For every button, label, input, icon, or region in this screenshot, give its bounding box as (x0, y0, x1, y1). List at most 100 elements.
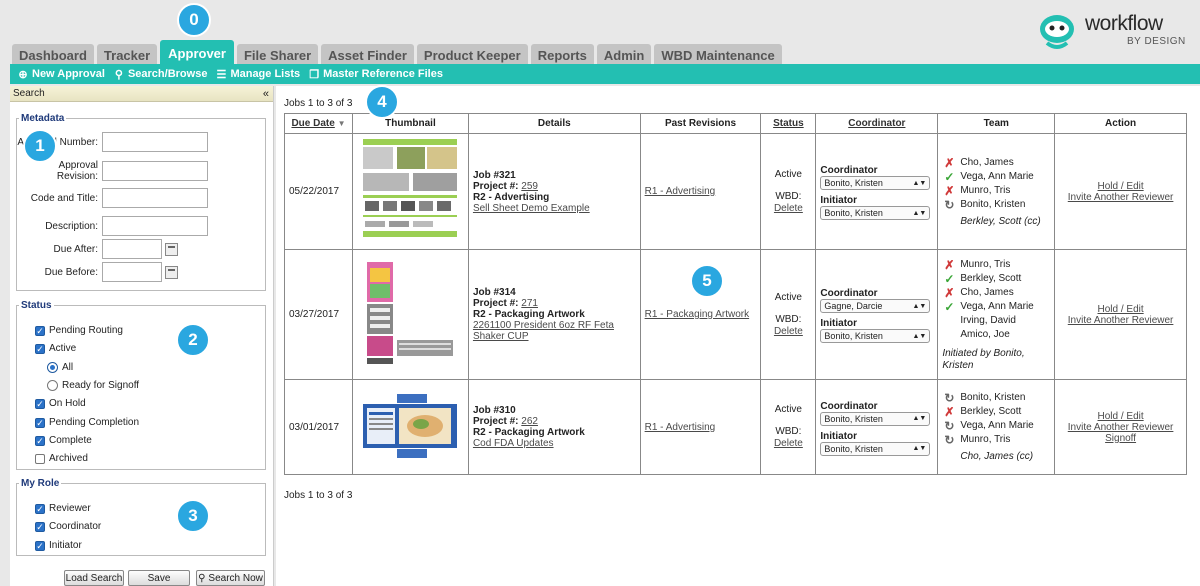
archived-checkbox[interactable] (35, 453, 45, 464)
active-option[interactable]: ✓ Active (35, 343, 76, 354)
project-link[interactable]: 271 (521, 298, 538, 309)
all-option[interactable]: All (47, 362, 73, 373)
code-title-input[interactable] (102, 188, 208, 208)
save-button[interactable]: Save (128, 570, 190, 586)
coordinator-sort-link[interactable]: Coordinator (848, 118, 905, 129)
project-link[interactable]: 262 (521, 416, 538, 427)
description-input[interactable] (102, 216, 208, 236)
complete-checkbox[interactable]: ✓ (35, 435, 45, 446)
project-link[interactable]: 259 (521, 181, 538, 192)
on-hold-option[interactable]: ✓ On Hold (35, 398, 86, 409)
status-header[interactable]: Status (760, 113, 817, 134)
coordinator-select[interactable]: Bonito, Kristen ▲▼ (820, 411, 931, 426)
calendar-icon[interactable] (165, 265, 178, 279)
search-icon: ⚲ (114, 68, 123, 81)
thumbnail-cell[interactable] (351, 379, 469, 475)
approval-number-input[interactable] (102, 132, 208, 152)
coordinator-header[interactable]: Coordinator (815, 113, 939, 134)
initiator-label: Initiator (49, 540, 82, 551)
callout-0: 0 (177, 3, 211, 37)
tab-reports[interactable]: Reports (530, 44, 594, 66)
due-after-input[interactable] (102, 239, 162, 259)
thumbnail-cell[interactable] (351, 249, 469, 380)
invite-reviewer-link[interactable]: Invite Another Reviewer (1059, 315, 1182, 326)
due-date-sort-link[interactable]: Due Date (291, 118, 334, 129)
complete-option[interactable]: ✓ Complete (35, 435, 92, 446)
pending-routing-checkbox[interactable]: ✓ (35, 325, 45, 336)
job-title-link[interactable]: 2261100 President 6oz RF Feta Shaker CUP (473, 320, 614, 342)
coordinator-select[interactable]: Bonito, Kristen ▲▼ (820, 176, 931, 190)
approval-revision-row: Approval Revision: (17, 160, 267, 182)
past-revision-link[interactable]: R1 - Packaging Artwork (645, 309, 750, 320)
master-reference-files-button[interactable]: ❐ Master Reference Files (308, 68, 443, 81)
due-date-cell: 05/22/2017 (284, 133, 353, 250)
approved-with-changes-icon: ✗ (944, 183, 955, 198)
archived-option[interactable]: Archived (35, 453, 88, 464)
status-sort-link[interactable]: Status (773, 118, 804, 129)
delete-link[interactable]: Delete (765, 438, 811, 450)
hold-edit-link[interactable]: Hold / Edit (1059, 411, 1182, 422)
initiator-select[interactable]: Bonito, Kristen ▲▼ (820, 441, 931, 456)
pending-completion-checkbox[interactable]: ✓ (35, 417, 45, 428)
tab-tracker[interactable]: Tracker (96, 44, 158, 66)
active-checkbox[interactable]: ✓ (35, 343, 45, 354)
pending-routing-option[interactable]: ✓ Pending Routing (35, 325, 123, 336)
coordinator-option[interactable]: ✓ Coordinator (35, 521, 101, 532)
tab-file-sharer[interactable]: File Sharer (236, 44, 319, 66)
signoff-link[interactable]: Signoff (1059, 433, 1182, 444)
all-radio[interactable] (47, 362, 58, 373)
sell-sheet-thumbnail[interactable] (361, 136, 460, 247)
tab-admin[interactable]: Admin (596, 44, 652, 66)
delete-link[interactable]: Delete (765, 203, 811, 215)
calendar-icon[interactable] (165, 242, 178, 256)
tab-approver[interactable]: Approver (160, 40, 234, 66)
coordinator-checkbox[interactable]: ✓ (35, 521, 45, 532)
new-approval-button[interactable]: ⊕ New Approval (17, 68, 105, 81)
due-date-cell: 03/27/2017 (284, 249, 353, 380)
hold-edit-link[interactable]: Hold / Edit (1059, 304, 1182, 315)
past-revision-link[interactable]: R1 - Advertising (645, 422, 716, 433)
reviewer-option[interactable]: ✓ Reviewer (35, 503, 91, 514)
fda-thumbnail[interactable] (361, 392, 460, 462)
load-search-button[interactable]: Load Search (64, 570, 124, 586)
initiator-select[interactable]: Bonito, Kristen ▲▼ (820, 329, 931, 343)
due-before-label: Due Before: (44, 266, 98, 278)
pending-refresh-icon: ↻ (944, 197, 955, 212)
job-title-link[interactable]: Cod FDA Updates (473, 438, 554, 449)
wbd-label: WBD: (775, 313, 802, 325)
approval-revision-input[interactable] (102, 161, 208, 181)
job-title-link[interactable]: Sell Sheet Demo Example (473, 203, 590, 214)
tab-dashboard[interactable]: Dashboard (12, 44, 94, 66)
initiator-checkbox[interactable]: ✓ (35, 540, 45, 551)
due-date-header[interactable]: Due Date ▼ (284, 113, 353, 134)
coordinator-select[interactable]: Gagne, Darcie ▲▼ (820, 299, 931, 313)
team-member: Amico, Joe (942, 328, 1050, 342)
initiator-option[interactable]: ✓ Initiator (35, 540, 82, 551)
collapse-icon[interactable]: « (263, 86, 269, 102)
tab-product-keeper[interactable]: Product Keeper (416, 44, 528, 66)
search-now-button[interactable]: ⚲ Search Now (196, 570, 265, 586)
reviewer-checkbox[interactable]: ✓ (35, 503, 45, 514)
callout-4: 4 (365, 85, 399, 119)
packaging-thumbnail[interactable] (361, 259, 460, 370)
active-label: Active (49, 343, 77, 354)
team-member: ✗ Berkley, Scott (942, 405, 1050, 419)
pending-completion-option[interactable]: ✓ Pending Completion (35, 417, 139, 428)
delete-link[interactable]: Delete (765, 326, 811, 338)
tab-asset-finder[interactable]: Asset Finder (321, 44, 414, 66)
manage-lists-button[interactable]: ☰ Manage Lists (215, 68, 301, 81)
on-hold-checkbox[interactable]: ✓ (35, 398, 45, 409)
initiator-select[interactable]: Bonito, Kristen ▲▼ (820, 206, 931, 220)
archived-label: Archived (49, 453, 88, 464)
ready-for-signoff-radio[interactable] (47, 380, 58, 391)
select-arrow-icon: ▲▼ (912, 415, 927, 422)
tab-wbd-maintenance[interactable]: WBD Maintenance (654, 44, 782, 66)
ready-for-signoff-option[interactable]: Ready for Signoff (47, 380, 139, 391)
invite-reviewer-link[interactable]: Invite Another Reviewer (1059, 422, 1182, 433)
due-before-input[interactable] (102, 262, 162, 282)
search-browse-button[interactable]: ⚲ Search/Browse (113, 68, 208, 81)
thumbnail-cell[interactable] (351, 133, 469, 250)
hold-edit-link[interactable]: Hold / Edit (1059, 181, 1182, 192)
invite-reviewer-link[interactable]: Invite Another Reviewer (1059, 192, 1182, 203)
past-revision-link[interactable]: R1 - Advertising (645, 186, 716, 197)
